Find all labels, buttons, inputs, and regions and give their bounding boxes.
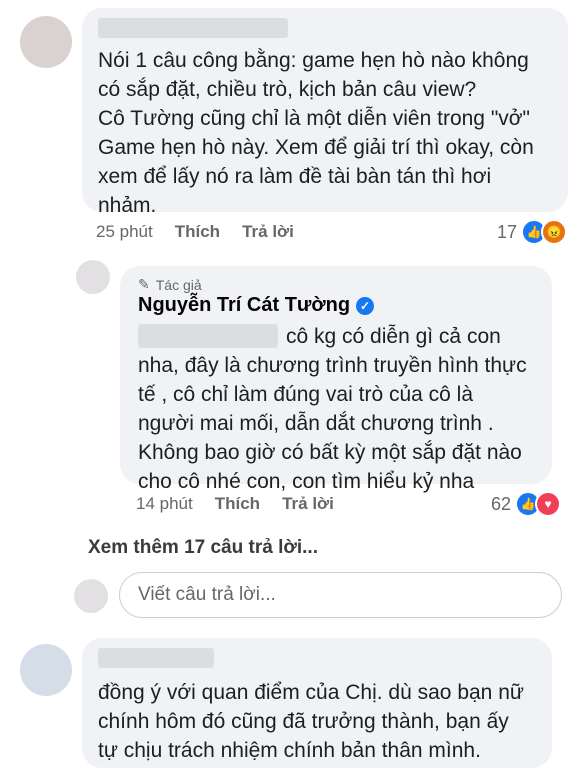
author-name[interactable]: Nguyễn Trí Cát Tường ✓ <box>138 294 375 317</box>
angry-icon: 😠 <box>541 219 568 245</box>
pencil-icon: ✎ <box>138 276 150 292</box>
view-more-replies-link[interactable]: Xem thêm 17 câu trả lời... <box>88 537 318 559</box>
avatar[interactable] <box>20 16 72 68</box>
love-icon: ♥ <box>535 491 562 517</box>
reply-button[interactable]: Trả lời <box>282 494 334 514</box>
author-badge: ✎ Tác giả <box>138 276 202 293</box>
reaction-count: 17 <box>497 221 518 242</box>
reaction-summary[interactable]: 17 👍 😠 <box>497 219 568 245</box>
avatar[interactable] <box>76 260 110 294</box>
redacted-author-name <box>98 648 214 668</box>
reaction-count: 62 <box>491 493 512 514</box>
comment-meta: 25 phút Thích Trả lời <box>96 222 294 242</box>
avatar <box>74 579 108 613</box>
comment-text: đồng ý với quan điểm của Chị. dù sao bạn… <box>98 681 524 762</box>
comment-text: Nói 1 câu công bằng: game hẹn hò nào khô… <box>98 49 534 217</box>
comment-time[interactable]: 25 phút <box>96 222 153 242</box>
like-button[interactable]: Thích <box>175 222 220 242</box>
redacted-author-name <box>98 18 288 38</box>
reply-input[interactable]: Viết câu trả lời... <box>119 572 562 618</box>
avatar[interactable] <box>20 644 72 696</box>
like-button[interactable]: Thích <box>215 494 260 514</box>
reaction-summary[interactable]: 62 👍 ♥ <box>491 491 562 517</box>
reply-meta: 14 phút Thích Trả lời <box>136 494 334 514</box>
reply-text: cô kg có diễn gì cả con nha, đây là chươ… <box>138 325 527 493</box>
verified-badge-icon: ✓ <box>356 296 375 315</box>
reply-time[interactable]: 14 phút <box>136 494 193 514</box>
reply-button[interactable]: Trả lời <box>242 222 294 242</box>
reply-input-placeholder: Viết câu trả lời... <box>138 584 276 605</box>
